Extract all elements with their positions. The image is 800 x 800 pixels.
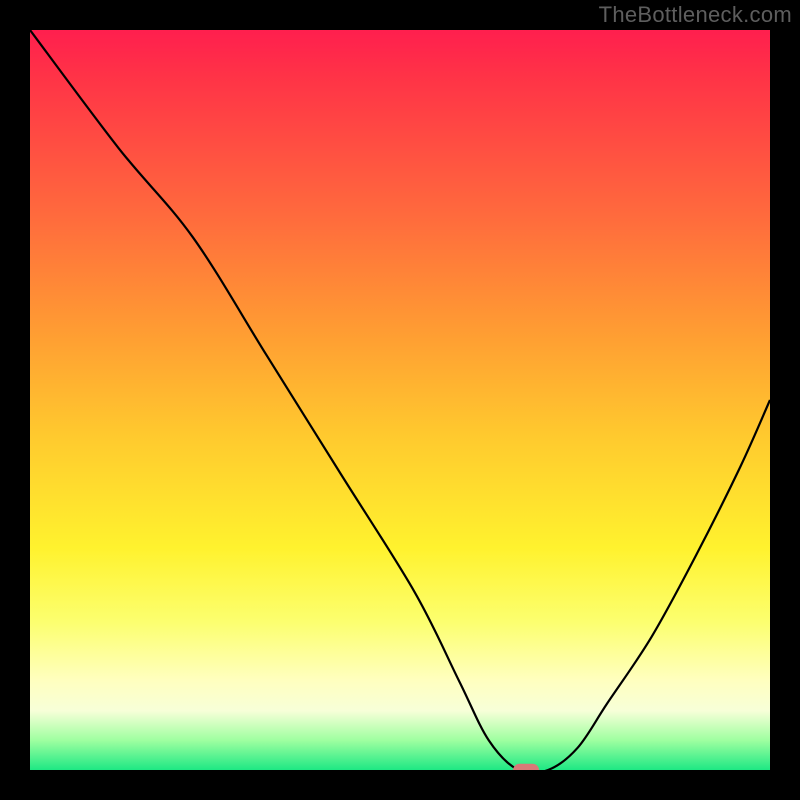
- watermark-text: TheBottleneck.com: [599, 2, 792, 28]
- plot-area: [30, 30, 770, 770]
- optimal-point-marker: [513, 764, 539, 770]
- curve-path: [30, 30, 770, 770]
- chart-frame: TheBottleneck.com: [0, 0, 800, 800]
- bottleneck-curve: [30, 30, 770, 770]
